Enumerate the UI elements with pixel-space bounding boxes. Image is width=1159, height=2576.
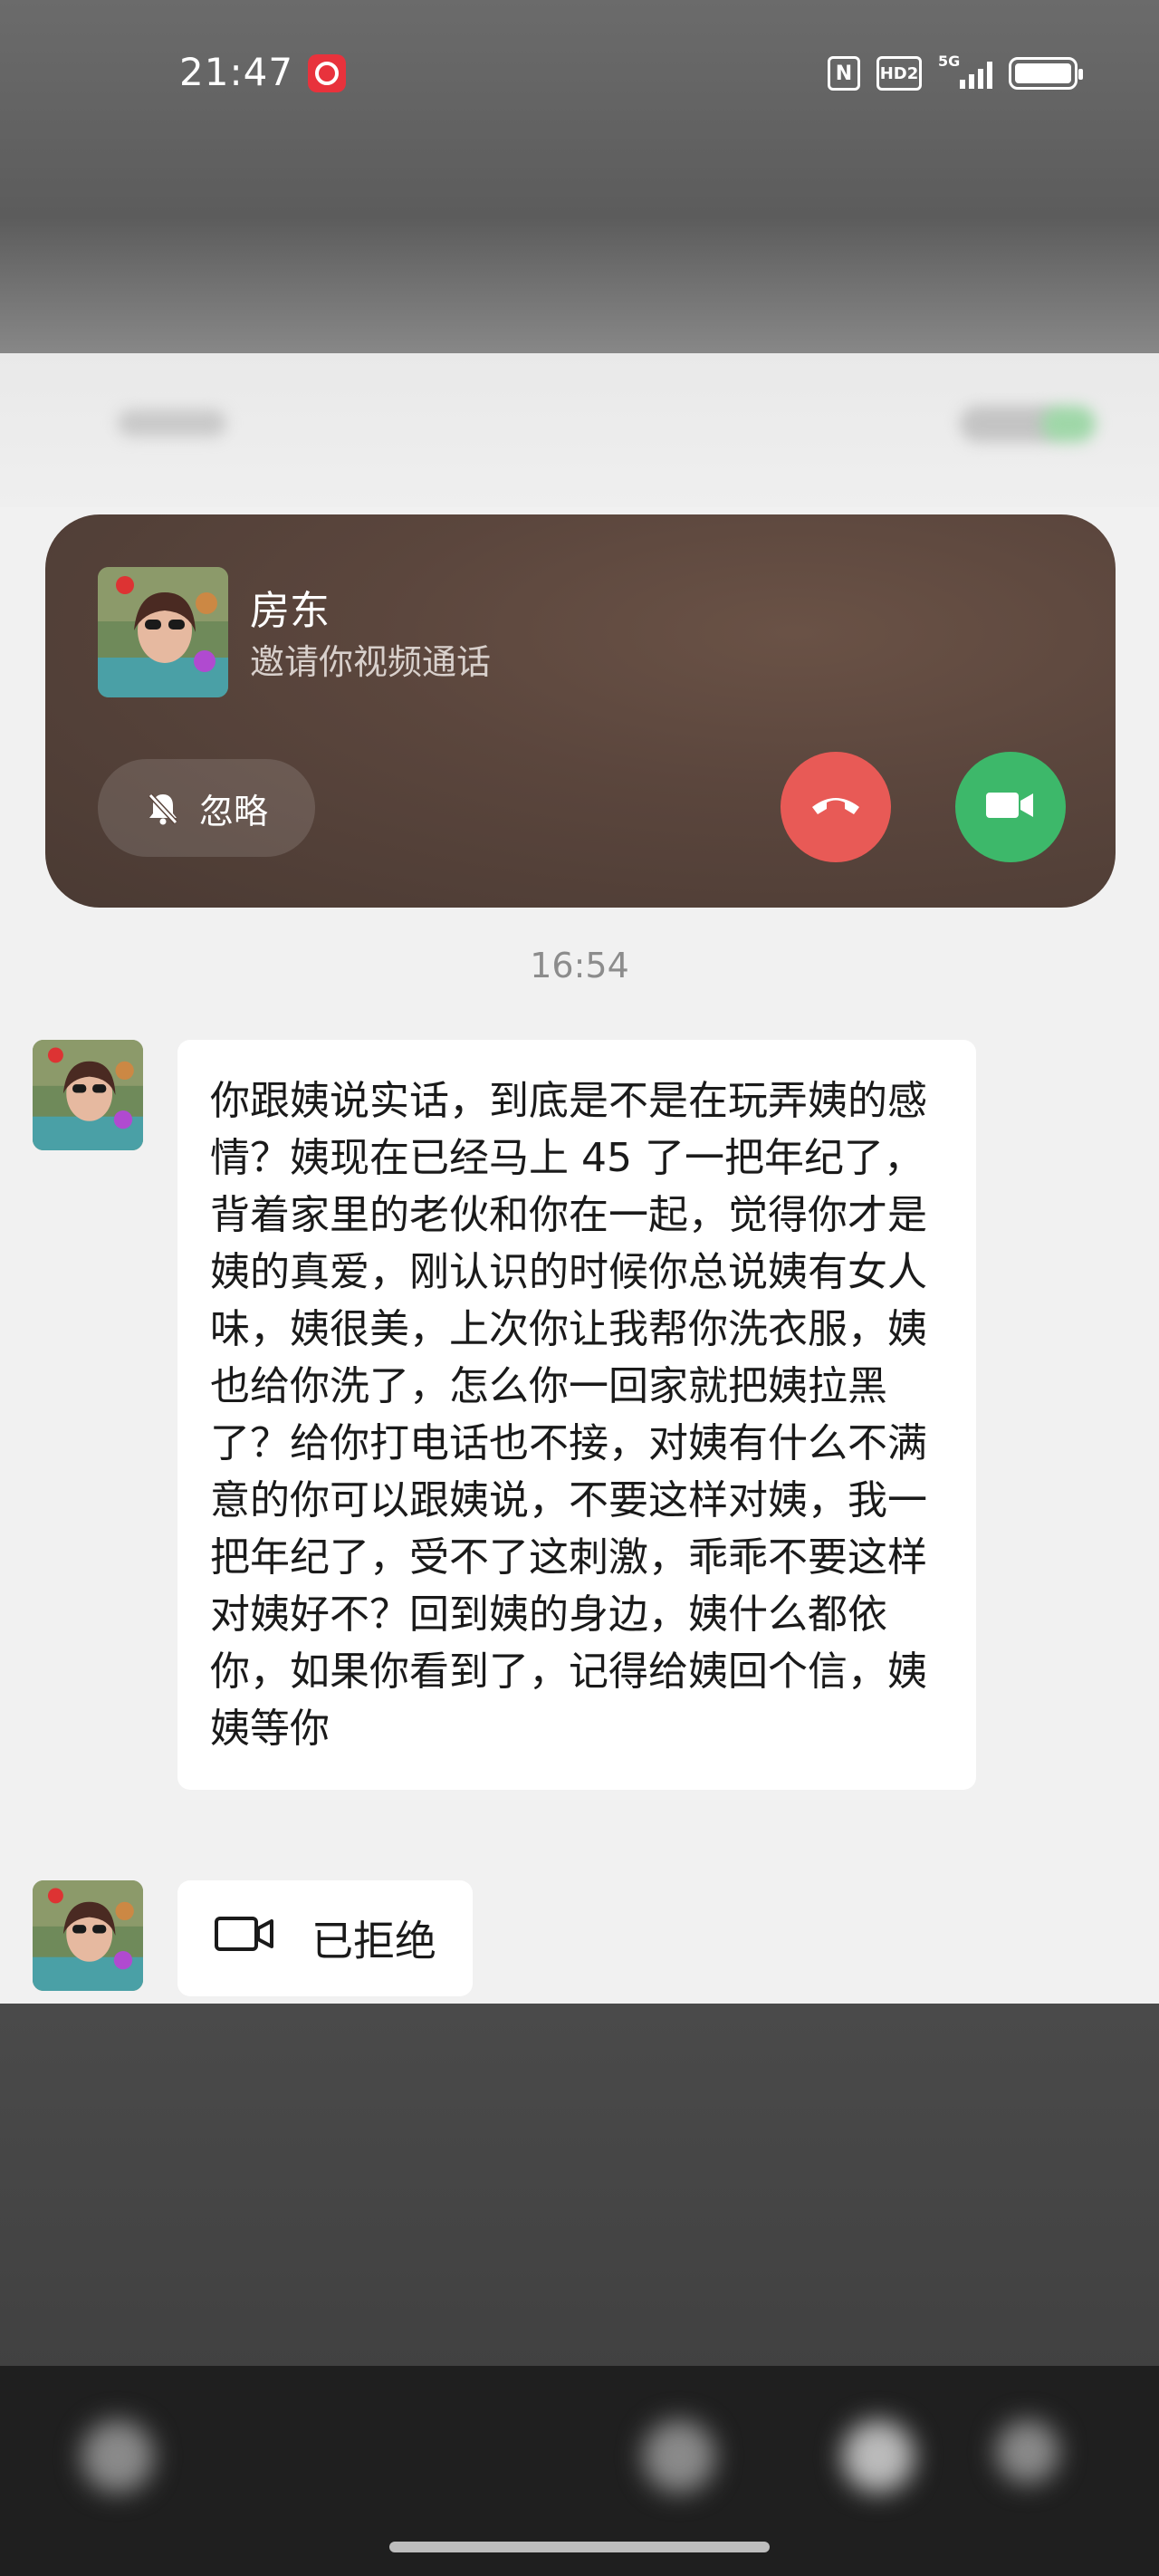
chat-header-blurred [0,353,1159,507]
message-text: 你跟姨说实话，到底是不是在玩弄姨的感情？姨现在已经马上 45 了一把年纪了，背着… [210,1078,927,1752]
battery-icon [1009,57,1083,90]
network-type-label: 5G [938,53,961,70]
call-subtitle: 邀请你视频通话 [250,642,492,682]
decline-call-button[interactable] [781,752,891,862]
blurred-button[interactable] [81,2420,154,2493]
blurred-button[interactable] [842,2420,915,2493]
header-green-button-blurred[interactable] [1041,406,1096,442]
hang-up-icon [809,787,863,827]
status-icons: N HD2 5G [828,53,1083,92]
call-record: 已拒绝 [177,1880,473,1996]
video-camera-icon [984,787,1037,827]
message-bubble[interactable]: 你跟姨说实话，到底是不是在玩弄姨的感情？姨现在已经马上 45 了一把年纪了，背着… [177,1040,976,1790]
chat-title-blurred [118,409,226,437]
blurred-button[interactable] [643,2420,715,2493]
call-status-label: 已拒绝 [311,1917,436,1966]
sender-avatar[interactable] [33,1040,143,1150]
status-time: 21:47 [179,50,294,94]
hd-voice-icon: HD2 [876,56,922,91]
message-timestamp: 16:54 [530,946,629,985]
caller-avatar [98,567,228,697]
signal-icon: 5G [938,53,992,91]
status-bar: 21:47 N HD2 5G [0,45,1159,100]
sender-avatar[interactable] [33,1880,143,1991]
video-camera-outline-icon [214,1914,275,1964]
incoming-call-banner[interactable]: 房东 邀请你视频通话 忽略 [45,514,1116,908]
nfc-icon: N [828,56,860,91]
caller-name: 房东 [250,588,330,634]
home-indicator[interactable] [389,2542,770,2552]
blurred-button[interactable] [996,2420,1059,2484]
bell-off-icon [145,790,181,826]
call-record-bubble[interactable]: 已拒绝 [177,1880,473,1996]
ignore-label: 忽略 [198,791,268,831]
accept-video-call-button[interactable] [955,752,1066,862]
app-notification-icon [308,54,346,92]
ignore-button[interactable]: 忽略 [98,759,315,857]
